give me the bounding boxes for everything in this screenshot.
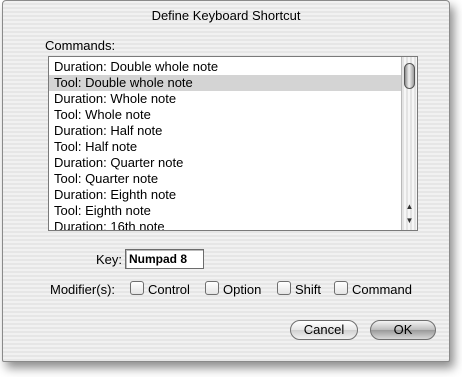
option-label[interactable]: Option — [223, 282, 261, 297]
list-item[interactable]: Duration: 16th note — [49, 219, 402, 230]
key-label: Key: — [96, 252, 123, 267]
list-item[interactable]: Duration: Half note — [49, 123, 402, 139]
scrollbar-thumb[interactable] — [404, 63, 415, 89]
ok-button[interactable]: OK — [370, 320, 436, 340]
commands-list[interactable]: Duration: Double whole note Tool: Double… — [48, 56, 418, 231]
dialog-window: Define Keyboard Shortcut Commands: Durat… — [2, 0, 450, 362]
shift-label[interactable]: Shift — [295, 282, 321, 297]
list-item-selected[interactable]: Tool: Double whole note — [49, 75, 402, 91]
list-item[interactable]: Tool: Half note — [49, 139, 402, 155]
key-input[interactable] — [125, 249, 204, 269]
list-item[interactable]: Duration: Double whole note — [49, 59, 402, 75]
vertical-scrollbar[interactable]: ▲ ▼ — [401, 57, 417, 230]
list-item[interactable]: Duration: Whole note — [49, 91, 402, 107]
list-item[interactable]: Duration: Eighth note — [49, 187, 402, 203]
down-arrow-icon[interactable]: ▼ — [402, 214, 417, 228]
control-label[interactable]: Control — [148, 282, 190, 297]
control-checkbox[interactable] — [130, 281, 144, 295]
command-checkbox[interactable] — [334, 281, 348, 295]
list-item[interactable]: Tool: Quarter note — [49, 171, 402, 187]
cancel-button[interactable]: Cancel — [290, 320, 358, 340]
modifiers-label: Modifier(s): — [50, 282, 116, 297]
list-item[interactable]: Tool: Whole note — [49, 107, 402, 123]
list-item[interactable]: Duration: Quarter note — [49, 155, 402, 171]
list-item[interactable]: Tool: Eighth note — [49, 203, 402, 219]
commands-label: Commands: — [45, 38, 116, 53]
dialog-title: Define Keyboard Shortcut — [151, 8, 301, 23]
up-arrow-icon[interactable]: ▲ — [402, 200, 417, 214]
option-checkbox[interactable] — [205, 281, 219, 295]
shift-checkbox[interactable] — [277, 281, 291, 295]
command-label[interactable]: Command — [352, 282, 412, 297]
commands-list-items: Duration: Double whole note Tool: Double… — [49, 59, 402, 230]
